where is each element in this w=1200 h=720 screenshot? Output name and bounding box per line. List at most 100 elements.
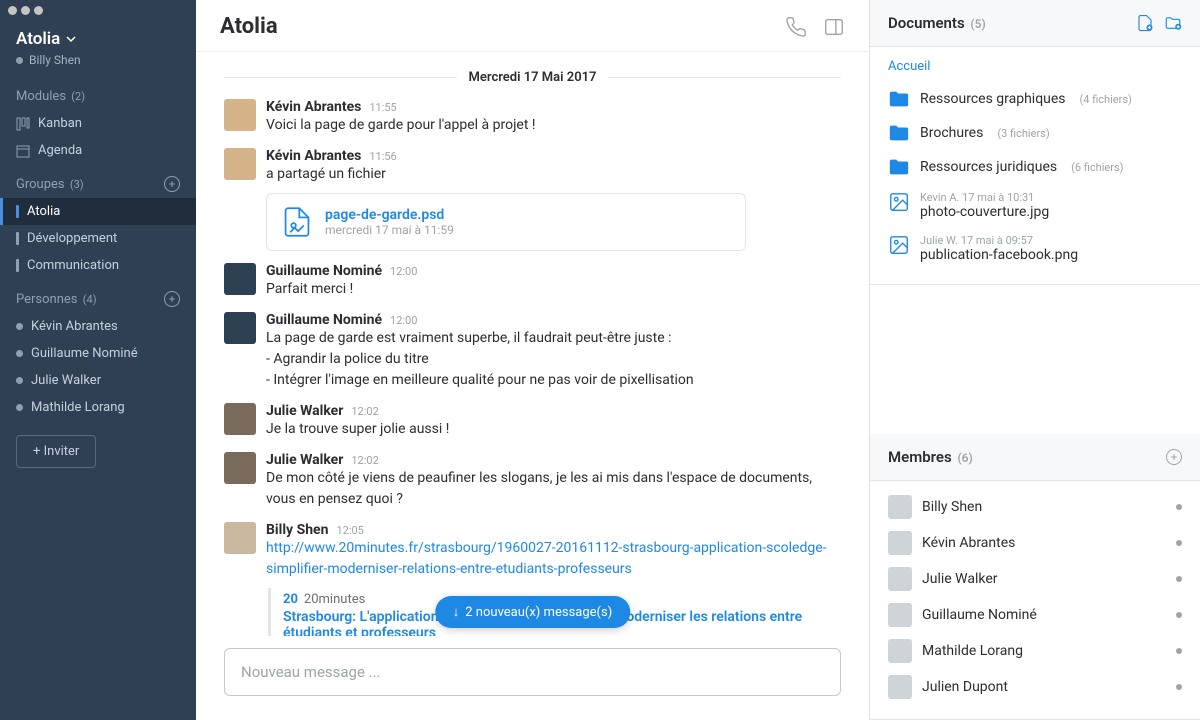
sidebar-item-kanban[interactable]: Kanban: [0, 110, 196, 137]
avatar: [224, 452, 256, 484]
message-time: 11:56: [369, 150, 396, 163]
section-groups: Groupes (3) +: [0, 164, 196, 198]
avatar: [888, 639, 912, 663]
image-file-icon: [888, 191, 910, 213]
panel-icon[interactable]: [823, 16, 845, 38]
message: Guillaume Nominé 12:00 Parfait merci !: [224, 263, 841, 300]
sidebar-group-atolia[interactable]: Atolia: [0, 198, 196, 225]
message-text: a partagé un fichier: [266, 164, 841, 185]
file-attachment[interactable]: page-de-garde.psdmercredi 17 mai à 11:59: [266, 193, 746, 251]
member-row[interactable]: Julie Walker: [888, 561, 1182, 597]
folder-row[interactable]: Ressources juridiques(6 fichiers): [888, 150, 1182, 184]
message: Kévin Abrantes 11:55 Voici la page de gar…: [224, 99, 841, 136]
file-row[interactable]: Kevin A. 17 mai à 10:31photo-couverture.…: [888, 184, 1182, 227]
new-messages-pill[interactable]: ↓ 2 nouveau(x) message(s): [435, 596, 630, 628]
avatar: [224, 263, 256, 295]
avatar: [888, 531, 912, 555]
folder-row[interactable]: Ressources graphiques(4 fichiers): [888, 82, 1182, 116]
invite-button[interactable]: + Inviter: [16, 435, 96, 468]
member-row[interactable]: Julien Dupont: [888, 669, 1182, 705]
source-icon: 20: [283, 592, 298, 607]
message-author: Billy Shen: [266, 522, 328, 538]
main-column: Atolia Mercredi 17 Mai 2017 Kévin Abrant…: [196, 0, 870, 720]
message-author: Kévin Abrantes: [266, 148, 361, 164]
sidebar-person[interactable]: Guillaume Nominé: [0, 340, 196, 367]
message-author: Julie Walker: [266, 403, 343, 419]
message-link[interactable]: http://www.20minutes.fr/strasbourg/19600…: [266, 540, 827, 577]
message: Julie Walker 12:02 De mon côté je viens d…: [224, 452, 841, 510]
message-text: La page de garde est vraiment superbe, i…: [266, 328, 841, 391]
workspace-name: Atolia: [16, 29, 60, 49]
sidebar-item-agenda[interactable]: Agenda: [0, 137, 196, 164]
member-row[interactable]: Billy Shen: [888, 489, 1182, 525]
message: Guillaume Nominé 12:00 La page de garde e…: [224, 312, 841, 391]
message-time: 12:00: [390, 314, 417, 327]
avatar: [224, 148, 256, 180]
message-author: Kévin Abrantes: [266, 99, 361, 115]
folder-icon: [888, 123, 910, 143]
member-row[interactable]: Mathilde Lorang: [888, 633, 1182, 669]
status-dot: [1176, 576, 1182, 582]
status-dot: [1176, 612, 1182, 618]
message: Julie Walker12:02 Je la trouve super jol…: [224, 403, 841, 440]
sidebar-person[interactable]: Mathilde Lorang: [0, 394, 196, 421]
message-list[interactable]: Mercredi 17 Mai 2017 Kévin Abrantes 11:55…: [196, 52, 869, 636]
message-time: 12:02: [351, 405, 378, 418]
add-member-button[interactable]: +: [1166, 449, 1182, 465]
calendar-icon: [16, 144, 30, 158]
message-time: 11:55: [369, 101, 396, 114]
avatar: [888, 675, 912, 699]
image-file-icon: [888, 234, 910, 256]
status-dot: [1176, 648, 1182, 654]
avatar: [224, 312, 256, 344]
members-title: Membres (6): [888, 448, 973, 466]
status-dot: [1176, 540, 1182, 546]
file-icon: [283, 206, 311, 238]
arrow-down-icon: ↓: [453, 604, 460, 620]
phone-icon[interactable]: [785, 16, 807, 38]
window-controls[interactable]: [0, 0, 196, 21]
avatar: [224, 99, 256, 131]
member-row[interactable]: Kévin Abrantes: [888, 525, 1182, 561]
avatar: [224, 522, 256, 554]
status-dot: [1176, 504, 1182, 510]
member-name: Billy Shen: [922, 499, 982, 515]
message-text: Voici la page de garde pour l'appel à pr…: [266, 115, 841, 136]
add-folder-icon[interactable]: [1164, 14, 1182, 32]
add-person-button[interactable]: +: [164, 291, 180, 307]
member-name: Mathilde Lorang: [922, 643, 1023, 659]
member-name: Julien Dupont: [922, 679, 1008, 695]
member-name: Julie Walker: [922, 571, 998, 587]
section-modules: Modules (2): [0, 77, 196, 110]
message: Kévin Abrantes 11:56 a partagé un fichier…: [224, 148, 841, 251]
chevron-down-icon: [66, 34, 76, 44]
workspace-switcher[interactable]: Atolia: [16, 29, 180, 49]
channel-title: Atolia: [220, 14, 278, 39]
sidebar-person[interactable]: Kévin Abrantes: [0, 313, 196, 340]
documents-title: Documents (5): [888, 14, 986, 32]
add-group-button[interactable]: +: [164, 176, 180, 192]
kanban-icon: [16, 117, 30, 131]
sidebar-group-comm[interactable]: Communication: [0, 252, 196, 279]
sidebar-person[interactable]: Julie Walker: [0, 367, 196, 394]
folder-icon: [888, 157, 910, 177]
avatar: [224, 403, 256, 435]
date-divider: Mercredi 17 Mai 2017: [224, 70, 841, 85]
message-author: Guillaume Nominé: [266, 263, 382, 279]
message-author: Julie Walker: [266, 452, 343, 468]
section-people: Personnes (4) +: [0, 279, 196, 313]
member-name: Guillaume Nominé: [922, 607, 1037, 623]
message-text: De mon côté je viens de peaufiner les sl…: [266, 468, 841, 510]
message-text: Parfait merci !: [266, 279, 841, 300]
message-time: 12:00: [390, 265, 417, 278]
documents-breadcrumb[interactable]: Accueil: [888, 55, 1182, 82]
folder-row[interactable]: Brochures(3 fichiers): [888, 116, 1182, 150]
message-author: Guillaume Nominé: [266, 312, 382, 328]
add-file-icon[interactable]: [1136, 14, 1154, 32]
file-row[interactable]: Julie W. 17 mai à 09:57publication-faceb…: [888, 227, 1182, 270]
member-row[interactable]: Guillaume Nominé: [888, 597, 1182, 633]
sidebar-group-dev[interactable]: Développement: [0, 225, 196, 252]
message-input[interactable]: [224, 648, 841, 696]
message-time: 12:02: [351, 454, 378, 467]
folder-icon: [888, 89, 910, 109]
